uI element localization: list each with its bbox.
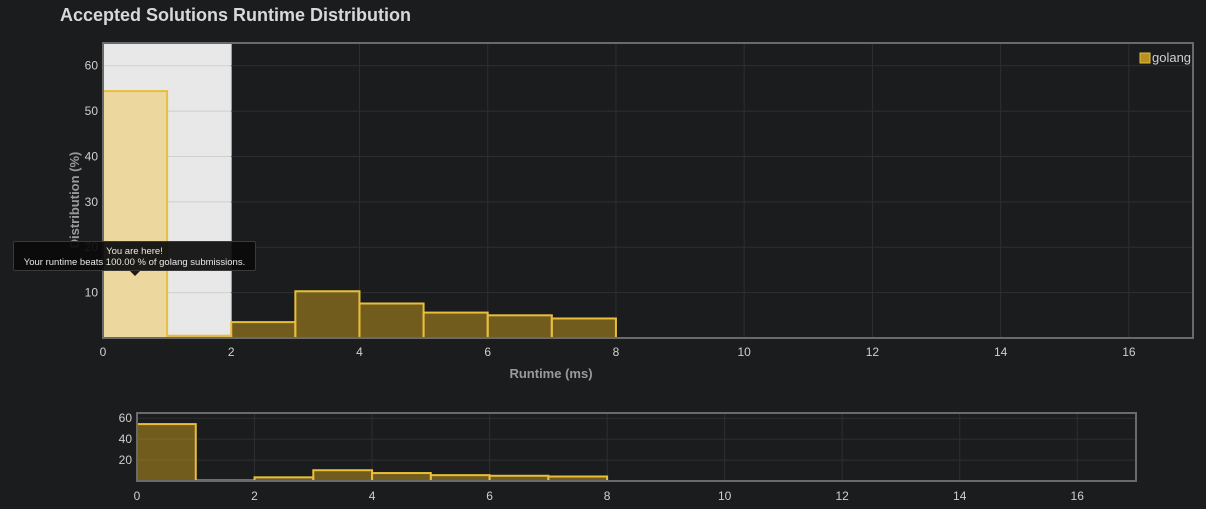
- main-x-tick-label: 2: [228, 345, 235, 359]
- legend-swatch: [1139, 52, 1151, 64]
- main-x-tick-label: 0: [100, 345, 107, 359]
- main-y-tick-label: 30: [85, 195, 99, 209]
- overview-x-tick-label: 4: [369, 489, 376, 503]
- overview-x-tick-label: 14: [953, 489, 967, 503]
- main-y-tick-label: 10: [85, 286, 99, 300]
- main-bar: [358, 302, 425, 339]
- main-plot-frame: [102, 42, 1194, 339]
- overview-plot-frame: [136, 412, 1137, 482]
- overview-bar: [136, 423, 197, 483]
- main-y-tick-label: 60: [85, 59, 99, 73]
- overview-x-tick-label: 12: [835, 489, 849, 503]
- main-x-tick-label: 4: [356, 345, 363, 359]
- main-x-tick-label: 6: [484, 345, 491, 359]
- overview-x-tick-label: 6: [486, 489, 493, 503]
- overview-bar: [312, 469, 374, 482]
- main-bar: [422, 311, 489, 340]
- overview-y-tick-label: 60: [119, 411, 133, 425]
- main-x-tick-label: 12: [866, 345, 880, 359]
- main-bar: [486, 314, 553, 339]
- main-bar: [550, 317, 617, 340]
- main-bar: [294, 290, 361, 339]
- overview-y-tick-label: 40: [119, 432, 133, 446]
- main-x-tick-label: 10: [737, 345, 751, 359]
- overview-x-tick-label: 8: [604, 489, 611, 503]
- overview-y-tick-label: 20: [119, 453, 133, 467]
- overview-x-tick-label: 10: [718, 489, 732, 503]
- main-bar: [102, 90, 169, 339]
- main-x-tick-label: 16: [1122, 345, 1136, 359]
- main-x-tick-label: 14: [994, 345, 1008, 359]
- overview-x-tick-label: 0: [134, 489, 141, 503]
- main-x-tick-label: 8: [613, 345, 620, 359]
- y-axis-title: Distribution (%): [67, 152, 82, 249]
- overview-bar: [371, 472, 432, 482]
- main-y-tick-label: 50: [85, 104, 99, 118]
- tooltip-line-1: You are here!: [106, 246, 163, 257]
- overview-x-tick-label: 16: [1071, 489, 1085, 503]
- x-axis-title: Runtime (ms): [509, 366, 592, 381]
- main-bar: [230, 321, 297, 340]
- main-y-tick-label: 40: [85, 149, 99, 163]
- runtime-tooltip: You are here! Your runtime beats 100.00 …: [13, 241, 256, 271]
- tooltip-caret: [130, 271, 140, 276]
- overview-x-tick-label: 2: [251, 489, 258, 503]
- legend-label-golang: golang: [1152, 50, 1191, 65]
- tooltip-line-2: Your runtime beats 100.00 % of golang su…: [23, 257, 246, 268]
